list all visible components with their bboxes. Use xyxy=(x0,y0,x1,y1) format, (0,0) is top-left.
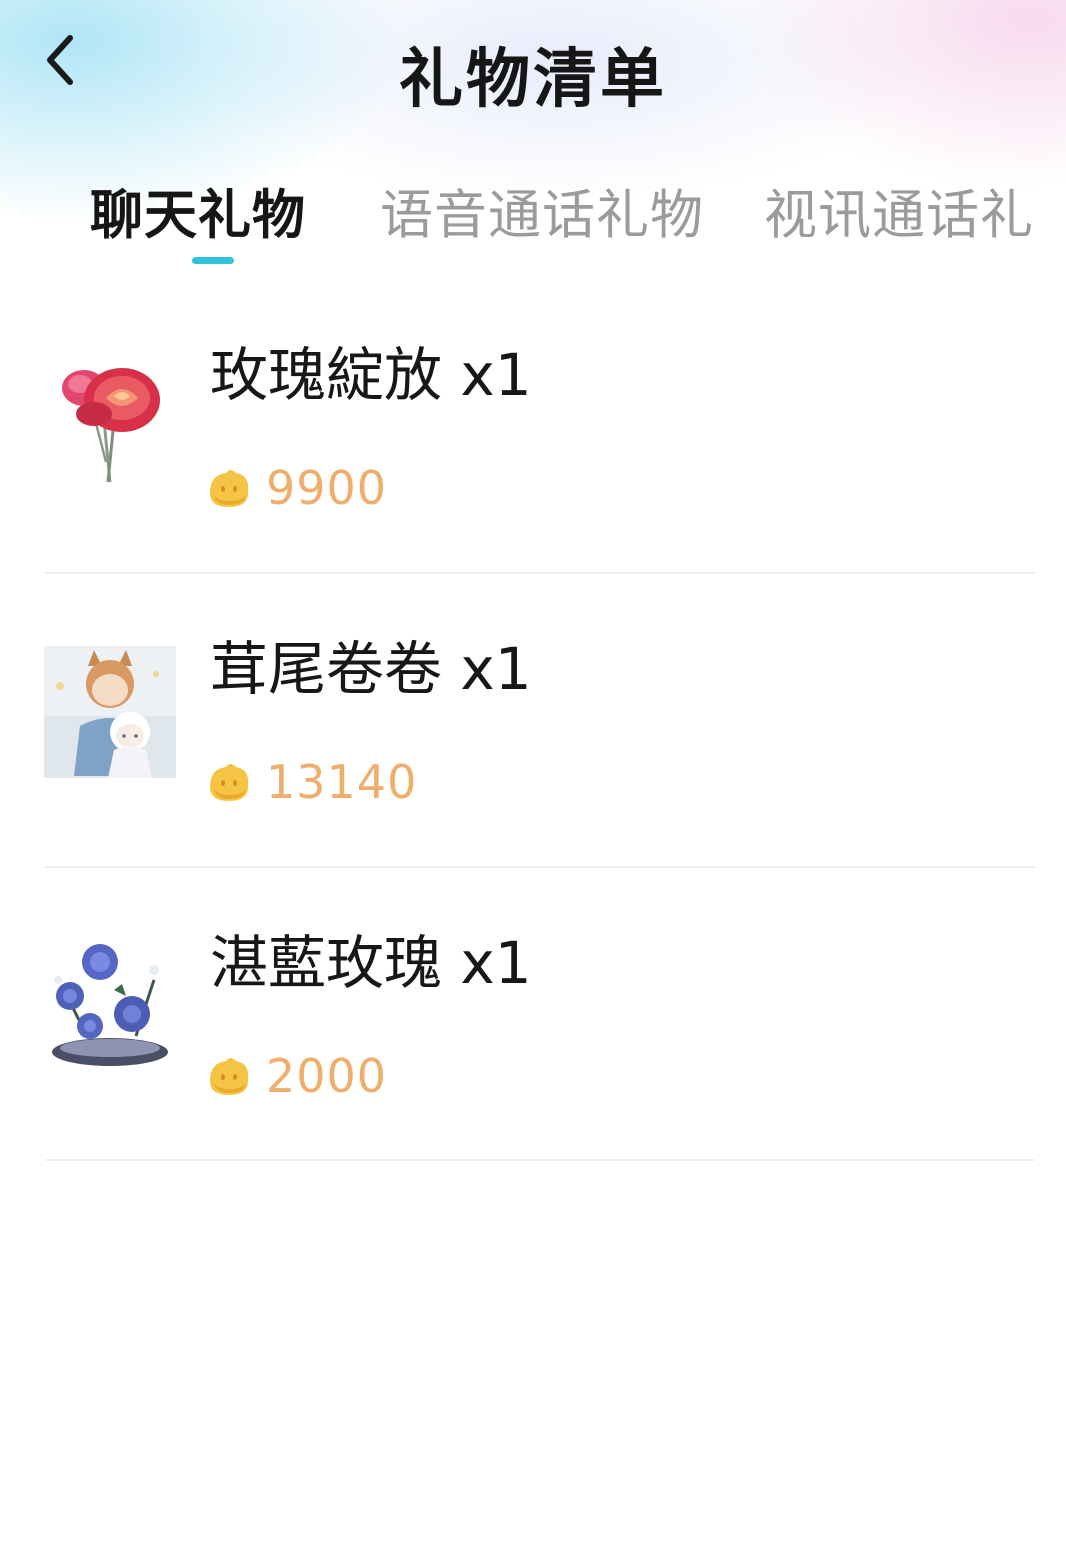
tab-voice-call-gifts[interactable]: 语音通话礼物 xyxy=(380,180,704,252)
list-item[interactable]: 茸尾卷卷 x1 13140 xyxy=(0,574,1066,867)
tab-chat-gifts[interactable]: 聊天礼物 xyxy=(90,180,306,252)
list-item[interactable]: 玫瑰綻放 x1 9900 xyxy=(0,280,1066,573)
list-item[interactable]: 湛藍玫瑰 x1 2000 xyxy=(0,868,1066,1161)
anime-couple-icon xyxy=(44,646,176,778)
price-value: 9900 xyxy=(266,461,388,515)
price-value: 2000 xyxy=(266,1049,388,1103)
gift-name: 玫瑰綻放 x1 xyxy=(210,341,532,409)
gift-price: 9900 xyxy=(206,460,387,516)
tab-video-call-gifts[interactable]: 视讯通话礼 xyxy=(764,180,1034,252)
gift-name: 茸尾卷卷 x1 xyxy=(210,635,532,703)
red-rose-icon xyxy=(62,368,160,483)
divider xyxy=(46,1159,1034,1161)
active-tab-indicator xyxy=(192,257,234,264)
gift-price: 13140 xyxy=(206,754,417,810)
coin-icon xyxy=(210,764,249,801)
blue-rose-bouquet-icon xyxy=(52,944,168,1066)
page-title: 礼物清单 xyxy=(399,43,667,117)
price-value: 13140 xyxy=(266,755,418,809)
gift-price: 2000 xyxy=(206,1048,387,1104)
gift-name: 湛藍玫瑰 x1 xyxy=(210,929,532,997)
tab-bar: 聊天礼物 语音通话礼物 视讯通话礼 xyxy=(0,180,1066,280)
coin-icon xyxy=(210,470,249,507)
coin-icon xyxy=(210,1058,249,1095)
